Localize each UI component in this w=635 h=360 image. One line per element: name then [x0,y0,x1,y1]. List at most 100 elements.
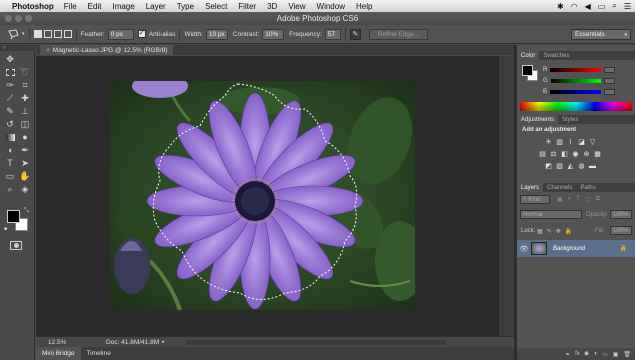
subtract-selection-icon[interactable] [53,30,62,38]
menu-layer[interactable]: Layer [146,2,166,11]
eyedropper-icon[interactable]: ⟋ [3,92,17,104]
link-layers-icon[interactable]: ⚭ [565,351,570,358]
stamp-icon[interactable]: ⊥ [18,105,32,117]
layer-filter-dropdown[interactable]: ⌕ Kind [520,195,550,204]
tab-layers[interactable]: Layers [517,183,544,192]
selective-color-icon[interactable]: ◍ [577,162,586,170]
blend-mode-dropdown[interactable]: Normal [520,210,582,219]
photo-filter-icon[interactable]: ◉ [571,150,580,158]
quick-select-icon[interactable]: ✑ [3,79,17,91]
pen-icon[interactable]: ✒ [18,144,32,156]
zoom-level[interactable]: 12.5% [48,339,76,346]
blur-icon[interactable]: ● [18,131,32,143]
layer-name[interactable]: Background [553,246,585,252]
lasso-icon[interactable]: ➰ [18,66,32,78]
color-spectrum-ramp[interactable] [520,102,632,111]
move-icon[interactable]: ✥ [3,53,17,65]
status-menu-arrow-icon[interactable]: ▸ [162,339,165,345]
horizontal-scrollbar[interactable] [186,340,446,345]
close-document-icon[interactable]: × [46,47,50,54]
color-balance-icon[interactable]: ⚖ [549,150,558,158]
new-group-icon[interactable]: ▭ [602,351,608,358]
marquee-icon[interactable] [3,66,17,78]
red-slider[interactable]: R [543,65,615,74]
canvas-area[interactable] [36,56,498,336]
battery-icon[interactable]: ▭ [598,2,606,11]
lock-image-icon[interactable]: ✎ [547,228,552,235]
menu-type[interactable]: Type [177,2,194,11]
contrast-input[interactable] [262,28,285,40]
lock-all-icon[interactable]: 🔒 [565,228,572,235]
vibrance-icon[interactable]: ▽ [588,138,597,146]
red-value[interactable] [604,66,615,73]
new-layer-icon[interactable]: ▣ [613,351,619,358]
tab-mini-bridge[interactable]: Mini Bridge [36,347,81,360]
foreground-color-swatch[interactable] [7,210,20,223]
minimize-window-button[interactable] [15,15,22,22]
dodge-icon[interactable]: ◖ [3,144,17,156]
add-selection-icon[interactable] [43,30,52,38]
notification-list-icon[interactable]: ☰ [624,2,631,11]
close-window-button[interactable] [5,15,12,22]
green-value[interactable] [604,77,615,84]
lock-position-icon[interactable]: ✥ [556,228,561,235]
green-slider[interactable]: G [543,76,615,85]
hue-saturation-icon[interactable]: ▤ [538,150,547,158]
zoom-window-button[interactable] [25,15,32,22]
quick-mask-icon[interactable] [10,241,22,250]
tab-channels[interactable]: Channels [543,183,576,192]
tab-timeline[interactable]: Timeline [81,347,117,360]
new-adjustment-layer-icon[interactable]: ◑ [593,351,597,357]
tab-color[interactable]: Color [517,51,540,60]
brush-icon[interactable]: ✎ [3,105,17,117]
history-brush-icon[interactable]: ↺ [3,118,17,130]
healing-icon[interactable]: ✚ [18,92,32,104]
tools-panel-collapse-icon[interactable]: » [0,45,35,51]
filter-adjustment-icon[interactable]: ◐ [568,196,572,203]
menu-app-name[interactable]: Photoshop [12,2,54,11]
tab-swatches[interactable]: Swatches [539,51,573,60]
anti-alias-checkbox[interactable]: ✓ [137,30,146,38]
workspace-switcher[interactable]: Essentials ▾ [571,29,631,40]
delete-layer-icon[interactable]: 🗑 [623,351,631,358]
wifi-icon[interactable]: ◠ [571,2,578,11]
panel-fg-swatch[interactable] [522,65,533,76]
menu-window[interactable]: Window [317,2,345,11]
channel-mixer-icon[interactable]: ⊛ [582,150,591,158]
document-tab[interactable]: × Magnetic-Lasso.JPG @ 12.5% (RGB/8) [40,45,174,55]
menu-view[interactable]: View [288,2,305,11]
levels-icon[interactable]: ▥ [555,138,564,146]
crop-icon[interactable]: ⌗ [18,79,32,91]
visibility-eye-icon[interactable]: 👁 [517,245,531,253]
menu-file[interactable]: File [64,2,77,11]
blue-value[interactable] [604,88,615,95]
tab-styles[interactable]: Styles [558,115,582,124]
filter-pixel-icon[interactable]: ▣ [557,196,563,203]
flower-photo[interactable] [110,81,415,310]
threshold-icon[interactable]: ◭ [566,162,575,170]
invert-icon[interactable]: ◩ [544,162,553,170]
default-colors-icon[interactable]: ■ [4,226,10,232]
width-input[interactable] [205,28,228,40]
menu-filter[interactable]: Filter [238,2,256,11]
menu-3d[interactable]: 3D [267,2,277,11]
spotlight-search-icon[interactable]: ⌕ [612,1,616,11]
filter-type-icon[interactable]: T [576,196,580,203]
three-d-tool-icon[interactable]: ◈ [18,183,32,195]
add-mask-icon[interactable]: ◙ [585,351,589,357]
curves-icon[interactable]: ⌇ [566,138,575,146]
gradient-map-icon[interactable]: ▬ [588,162,597,170]
tab-adjustments[interactable]: Adjustments [517,115,559,124]
brightness-contrast-icon[interactable]: ☀ [544,138,553,146]
fill-input[interactable]: 100% [610,226,632,235]
zoom-icon[interactable]: ⌕ [3,183,17,195]
type-icon[interactable]: T [3,157,17,169]
vertical-scrollbar[interactable] [498,56,514,336]
exposure-icon[interactable]: ◪ [577,138,586,146]
gradient-icon[interactable] [3,131,17,143]
menu-select[interactable]: Select [205,2,227,11]
swap-colors-icon[interactable]: ⤡ [24,208,29,215]
posterize-icon[interactable]: ▧ [555,162,564,170]
menu-help[interactable]: Help [356,2,372,11]
blue-slider[interactable]: B [543,87,615,96]
